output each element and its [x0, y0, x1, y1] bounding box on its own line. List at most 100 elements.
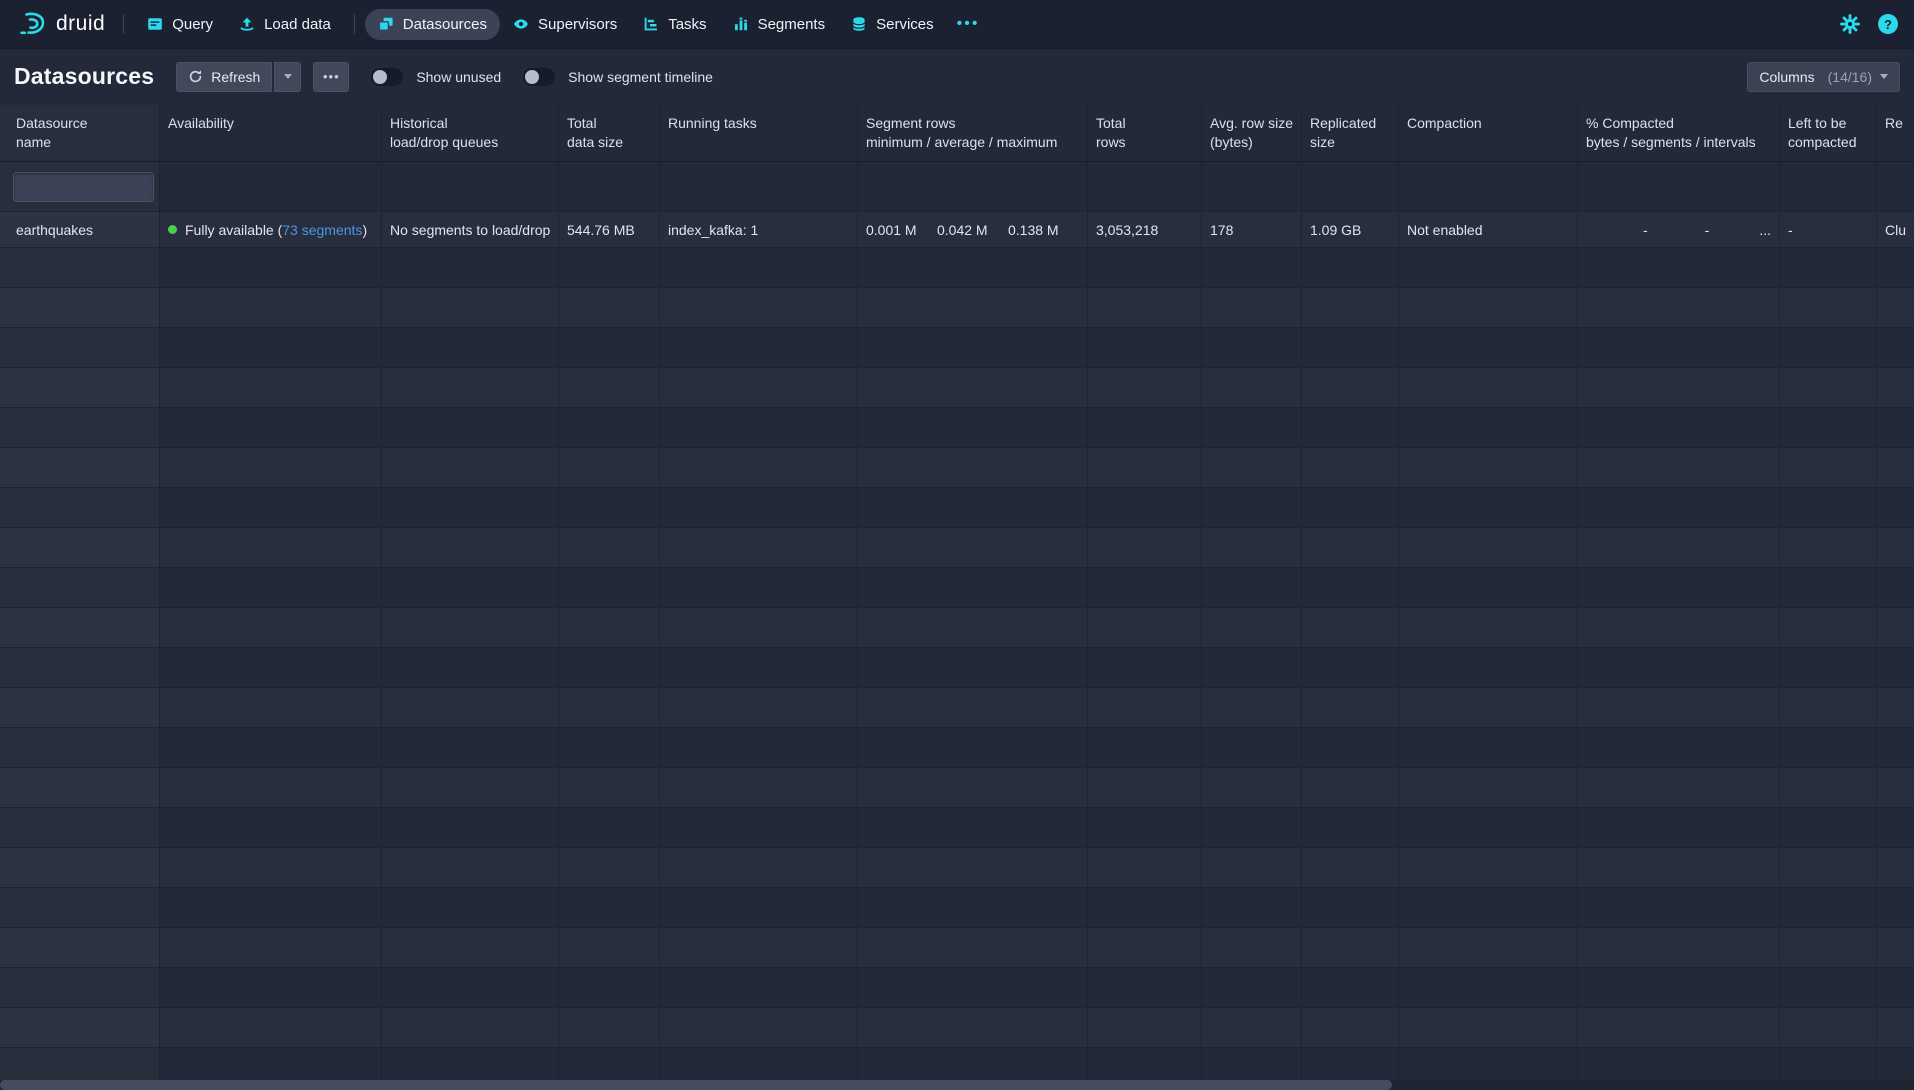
cell-availability: Fully available (73 segments)	[160, 212, 382, 247]
table-pad-cell	[382, 368, 559, 407]
table-pad-cell	[858, 1008, 1088, 1047]
filter-cell	[1088, 162, 1202, 211]
cell-load-drop: No segments to load/drop	[382, 212, 559, 247]
table-pad-cell	[1302, 1008, 1399, 1047]
table-pad-cell	[1088, 648, 1202, 687]
table-pad-cell	[382, 648, 559, 687]
table-pad-cell	[1302, 568, 1399, 607]
table-pad-cell	[858, 728, 1088, 767]
table-pad-cell	[382, 448, 559, 487]
table-pad-cell	[1877, 888, 1914, 927]
table-pad-cell	[1399, 288, 1578, 327]
table-pad-cell	[0, 608, 160, 647]
column-header-compacted[interactable]: % Compactedbytes / segments / intervals	[1578, 105, 1780, 161]
table-pad-cell	[559, 848, 660, 887]
table-pad-cell	[382, 1008, 559, 1047]
table-pad-cell	[1399, 408, 1578, 447]
table-pad-cell	[858, 368, 1088, 407]
nav-tab-load-data[interactable]: Load data	[226, 9, 344, 40]
table-pad-cell	[660, 408, 858, 447]
column-header-total[interactable]: Totaldata size	[559, 105, 660, 161]
table-pad-rows	[0, 248, 1914, 1088]
column-header-segment-rows[interactable]: Segment rowsminimum / average / maximum	[858, 105, 1088, 161]
refresh-button[interactable]: Refresh	[176, 62, 272, 92]
table-pad-cell	[1202, 408, 1302, 447]
table-pad-cell	[1578, 408, 1780, 447]
filter-cell	[1578, 162, 1780, 211]
query-icon	[147, 16, 163, 32]
table-pad-cell	[1302, 488, 1399, 527]
table-pad-cell	[160, 368, 382, 407]
table-pad-row	[0, 768, 1914, 808]
horizontal-scrollbar-thumb[interactable]	[0, 1080, 1392, 1090]
table-pad-cell	[382, 848, 559, 887]
table-pad-cell	[0, 888, 160, 927]
table-pad-cell	[1780, 368, 1877, 407]
table-pad-cell	[559, 368, 660, 407]
table-pad-cell	[0, 448, 160, 487]
column-header-replicated[interactable]: Replicatedsize	[1302, 105, 1399, 161]
nav-tab-query[interactable]: Query	[134, 9, 226, 40]
table-pad-cell	[1780, 808, 1877, 847]
help-icon[interactable]: ?	[1878, 14, 1898, 34]
nav-tab-datasources[interactable]: Datasources	[365, 9, 500, 40]
table-pad-cell	[1399, 848, 1578, 887]
table-pad-cell	[1088, 888, 1202, 927]
segments-count-link[interactable]: 73 segments	[282, 222, 362, 238]
table-pad-cell	[660, 888, 858, 927]
nav-tab-services[interactable]: Services	[838, 9, 947, 40]
show-unused-toggle[interactable]: Show unused	[371, 68, 501, 86]
nav-tab-supervisors[interactable]: Supervisors	[500, 9, 630, 40]
datasource-name-filter-input[interactable]	[13, 172, 154, 202]
cell-name: earthquakes	[0, 212, 160, 247]
services-icon	[851, 16, 867, 32]
table-pad-cell	[1399, 248, 1578, 287]
nav-more-button[interactable]: •••	[947, 15, 990, 33]
table-pad-cell	[660, 248, 858, 287]
table-pad-cell	[1780, 288, 1877, 327]
toolbar-more-button[interactable]: •••	[313, 62, 349, 92]
nav-tab-label: Load data	[264, 16, 331, 33]
table-pad-cell	[660, 848, 858, 887]
table-pad-cell	[559, 1008, 660, 1047]
column-header-avg-row-size[interactable]: Avg. row size(bytes)	[1202, 105, 1302, 161]
table-pad-cell	[858, 768, 1088, 807]
table-pad-cell	[1399, 1008, 1578, 1047]
nav-tab-tasks[interactable]: Tasks	[630, 9, 719, 40]
column-header-datasource[interactable]: Datasourcename	[0, 105, 160, 161]
column-header-historical[interactable]: Historicalload/drop queues	[382, 105, 559, 161]
column-header-compaction[interactable]: Compaction	[1399, 105, 1578, 161]
settings-gear-icon[interactable]	[1840, 14, 1860, 34]
table-pad-cell	[1202, 648, 1302, 687]
cell-compaction: Not enabled	[1399, 212, 1578, 247]
refresh-icon	[188, 69, 203, 84]
column-header-total[interactable]: Totalrows	[1088, 105, 1202, 161]
table-pad-cell	[1088, 368, 1202, 407]
table-pad-cell	[160, 488, 382, 527]
table-pad-cell	[160, 688, 382, 727]
table-pad-cell	[382, 888, 559, 927]
table-row-earthquakes[interactable]: earthquakesFully available (73 segments)…	[0, 212, 1914, 248]
table-pad-cell	[1877, 608, 1914, 647]
table-pad-cell	[858, 608, 1088, 647]
show-segment-timeline-toggle[interactable]: Show segment timeline	[523, 68, 713, 86]
nav-tab-segments[interactable]: Segments	[720, 9, 839, 40]
table-pad-cell	[1578, 248, 1780, 287]
column-header-availability[interactable]: Availability	[160, 105, 382, 161]
tasks-icon	[643, 16, 659, 32]
table-pad-cell	[1088, 728, 1202, 767]
table-pad-cell	[160, 448, 382, 487]
column-header-running-tasks[interactable]: Running tasks	[660, 105, 858, 161]
columns-dropdown-button[interactable]: Columns (14/16)	[1747, 62, 1900, 92]
nav-tab-label: Services	[876, 16, 934, 33]
table-pad-cell	[1202, 368, 1302, 407]
table-pad-cell	[382, 928, 559, 967]
druid-logo[interactable]: druid	[18, 11, 105, 37]
column-header-left-to-be[interactable]: Left to becompacted	[1780, 105, 1877, 161]
table-pad-cell	[1877, 968, 1914, 1007]
refresh-interval-dropdown-button[interactable]	[274, 62, 301, 92]
table-pad-cell	[660, 288, 858, 327]
table-pad-cell	[0, 288, 160, 327]
table-pad-cell	[1088, 848, 1202, 887]
column-header-re[interactable]: Re	[1877, 105, 1914, 161]
